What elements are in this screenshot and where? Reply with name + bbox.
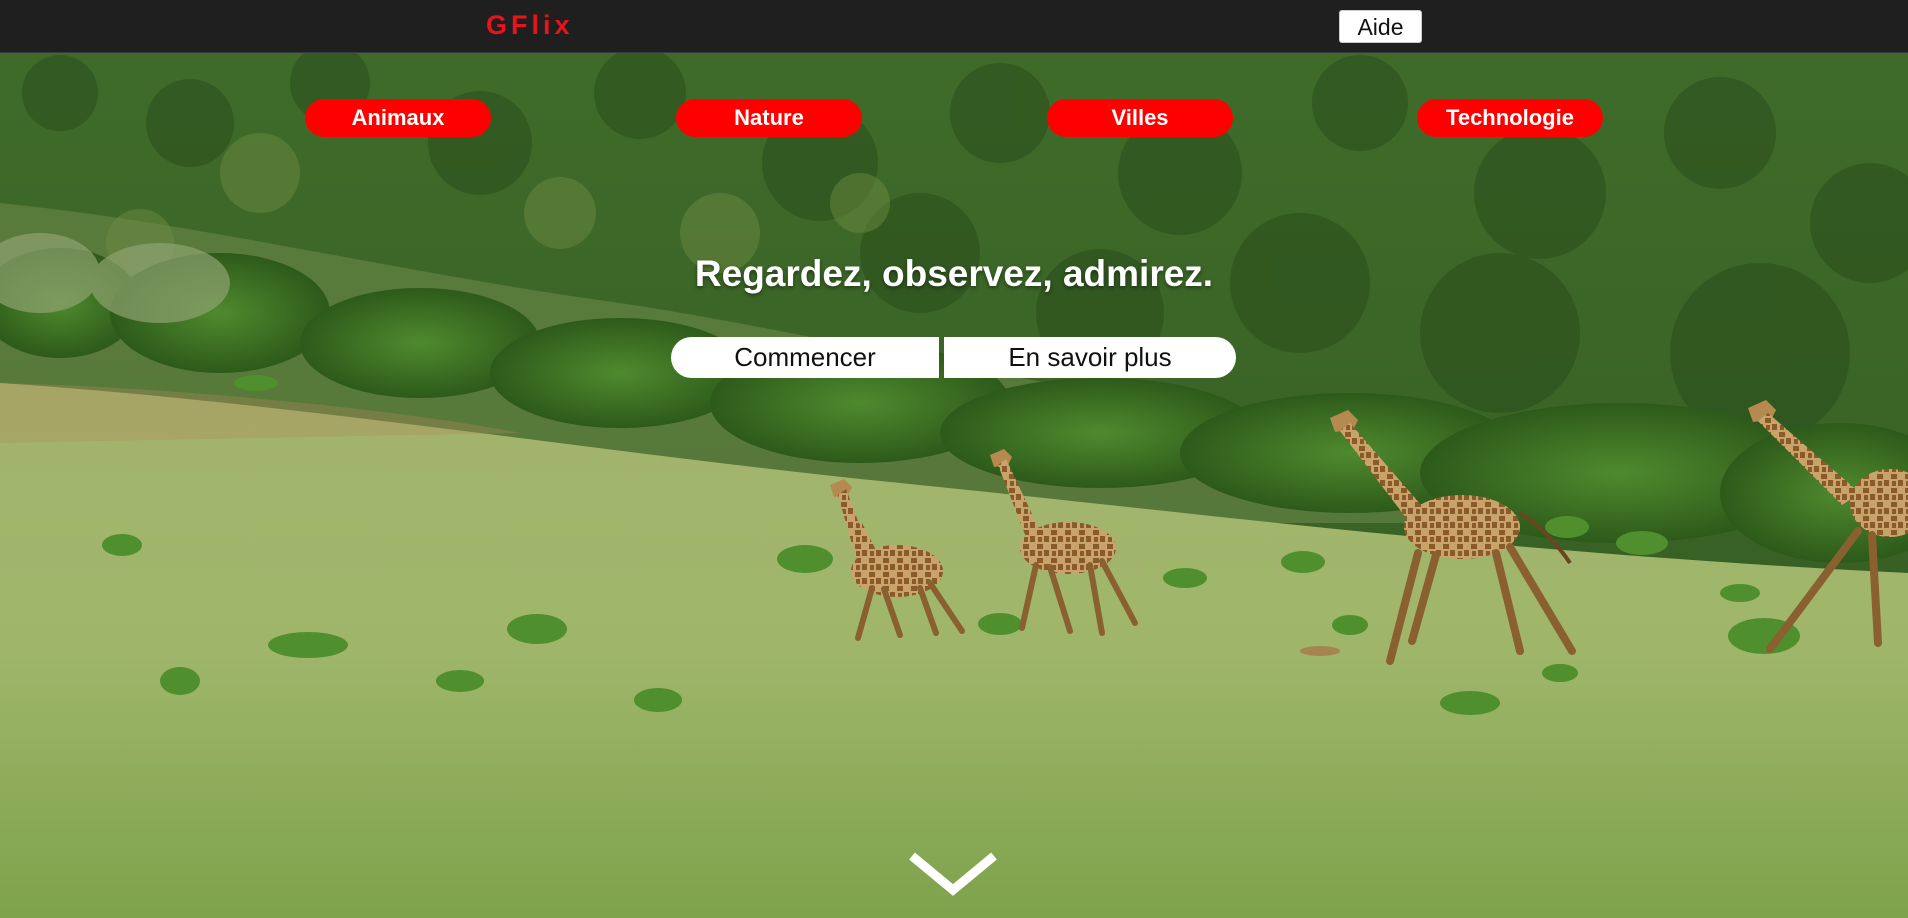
chevron-down-icon[interactable]	[906, 850, 1000, 898]
top-bar: GFlix Aide	[0, 0, 1908, 53]
category-button-technologie[interactable]: Technologie	[1417, 99, 1603, 137]
category-button-villes[interactable]: Villes	[1047, 99, 1233, 137]
hero-tagline: Regardez, observez, admirez.	[694, 253, 1214, 294]
hero-section: Animaux Nature Villes Technologie Regard…	[0, 53, 1908, 918]
start-button[interactable]: Commencer	[671, 337, 939, 378]
category-button-nature[interactable]: Nature	[676, 99, 862, 137]
category-button-animaux[interactable]: Animaux	[305, 99, 491, 137]
hero-background-image	[0, 53, 1908, 918]
help-button[interactable]: Aide	[1339, 10, 1422, 43]
logo[interactable]: GFlix	[486, 10, 574, 41]
learn-more-button[interactable]: En savoir plus	[944, 337, 1236, 378]
